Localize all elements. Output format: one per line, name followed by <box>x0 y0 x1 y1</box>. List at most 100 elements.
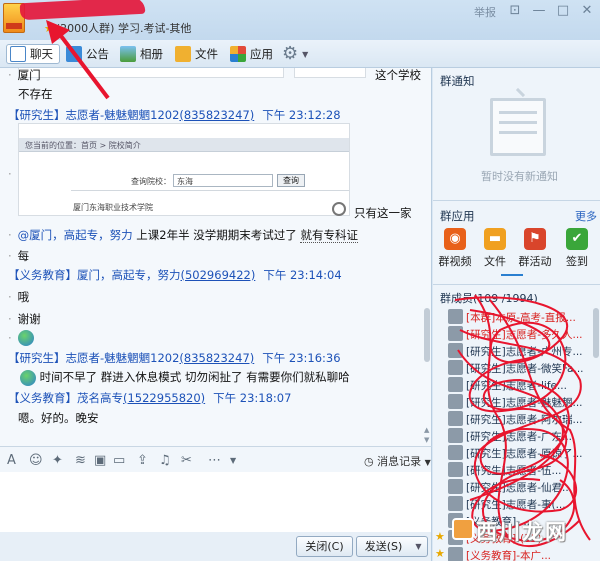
member-avatar[interactable] <box>448 428 463 443</box>
chevron-down-icon[interactable]: ▼ <box>230 456 236 465</box>
skin-icon[interactable]: ⊡ <box>504 2 526 20</box>
message-history-button[interactable]: ◷ 消息记录 ▼ <box>364 453 431 469</box>
member-avatar[interactable] <box>448 547 463 561</box>
watermark-logo-icon <box>452 518 474 540</box>
message-bullet: · <box>8 167 12 181</box>
empty-notice-text: 暂时没有新通知 <box>481 170 558 183</box>
message-text: 不存在 <box>18 87 53 101</box>
chat-history[interactable]: · 厦门 这个学校 不存在 【研究生】志愿者-魅魅魍魍1202(835823247… <box>0 68 432 446</box>
more-tools-icon[interactable]: ⋯ <box>208 453 221 468</box>
member-row[interactable]: [本群]本原-高考-直报... <box>433 308 593 325</box>
member-name: [研究生]志愿者-魅魅魍... <box>466 397 583 409</box>
close-button[interactable]: 关闭(C) <box>296 536 353 557</box>
tab-files[interactable]: 文件 <box>175 44 218 64</box>
member-name: [研究生]志愿者-伍... <box>466 465 562 477</box>
shake-icon[interactable]: ≋ <box>75 453 86 468</box>
group-meta: ★ (2000人群) 学习.考试-其他 <box>44 22 192 35</box>
member-row[interactable]: [研究生]志愿者-原谅了... <box>433 444 593 461</box>
message-input[interactable] <box>0 472 432 532</box>
font-icon[interactable]: A <box>7 453 16 468</box>
star-icon: ★ <box>435 547 445 560</box>
member-name: [研究生]志愿者-多久人... <box>466 329 583 341</box>
message-text: · 哦 <box>8 290 30 304</box>
more-apps-link[interactable]: 更多 <box>575 208 597 224</box>
member-avatar[interactable] <box>448 343 463 358</box>
scroll-down-arrow-2[interactable]: ▼ <box>424 436 431 444</box>
message-text: 时间不早了 群进入休息模式 切勿闲扯了 有需要你们就私聊哈 <box>20 369 350 386</box>
apps-page-indicator <box>501 274 523 276</box>
checkmark-icon: ✔ <box>566 228 588 250</box>
minimize-button[interactable]: — <box>528 2 550 20</box>
member-avatar[interactable] <box>448 360 463 375</box>
maximize-button[interactable]: □ <box>552 2 574 20</box>
member-avatar[interactable] <box>448 462 463 477</box>
message-header: 【研究生】志愿者-魅魅魍魍1202(835823247) 下午 23:16:36 <box>8 351 341 365</box>
image-icon[interactable]: ▣ <box>94 453 106 468</box>
shot-search-input: 东海 <box>173 174 273 187</box>
tab-chat[interactable]: 聊天 <box>6 44 60 64</box>
member-avatar[interactable] <box>448 479 463 494</box>
app-files[interactable]: ▬ 文件 <box>475 228 515 269</box>
music-icon[interactable]: ♫ <box>159 453 171 468</box>
message-text: 只有这一家 <box>354 206 412 220</box>
app-group-activity[interactable]: ⚑ 群活动 <box>515 228 555 269</box>
member-row[interactable]: ★ [义务教育]-本广... <box>433 546 593 561</box>
tab-album[interactable]: 相册 <box>120 44 163 64</box>
member-scrollbar[interactable] <box>593 308 599 358</box>
member-row[interactable]: [研究生]志愿者-阿尔瑞... <box>433 410 593 427</box>
member-avatar[interactable] <box>448 309 463 324</box>
screen-icon[interactable]: ▭ <box>113 453 125 468</box>
member-avatar[interactable] <box>448 394 463 409</box>
member-row[interactable]: [研究生]志愿者-事(... <box>433 495 593 512</box>
apps-grid-icon <box>230 46 246 62</box>
app-group-video[interactable]: ◉ 群视频 <box>435 228 475 269</box>
member-name: [研究生]志愿者-life... <box>466 380 567 392</box>
member-avatar[interactable] <box>448 496 463 511</box>
member-row[interactable]: [研究生]志愿者-魅魅魍... <box>433 393 593 410</box>
member-avatar[interactable] <box>448 326 463 341</box>
member-row[interactable]: [研究生]志愿者-广州专... <box>433 342 593 359</box>
emoji-icon[interactable]: ☺ <box>29 453 43 468</box>
member-avatar[interactable] <box>448 411 463 426</box>
send-options-chevron-icon[interactable]: ▼ <box>410 536 428 557</box>
settings-button[interactable]: ⚙ ▼ <box>282 44 308 64</box>
prev-screenshot[interactable] <box>18 68 284 78</box>
member-row[interactable]: [研究生]志愿者-伍... <box>433 461 593 478</box>
app-check-in[interactable]: ✔ 签到 <box>557 228 597 269</box>
member-row[interactable]: [研究生]志愿者-微笑Fa... <box>433 359 593 376</box>
member-name: [研究生]志愿者-微笑Fa... <box>466 363 584 375</box>
screenshot-image[interactable]: 您当前的位置：首页 > 院校简介 查询院校： 东海 查询 厦门东海职业技术学院 <box>18 123 350 216</box>
report-button[interactable]: 举报 <box>474 4 496 20</box>
member-row[interactable]: [研究生]志愿者-广东... <box>433 427 593 444</box>
message-header: 【义务教育】厦门，高起专，努力(502969422) 下午 23:14:04 <box>8 268 342 282</box>
message-text: · 厦门 <box>8 68 41 82</box>
message-text: · @厦门，高起专，努力 上课2年半 没学期期末考试过了 就有专科证 <box>8 228 358 243</box>
scissors-icon[interactable]: ✂ <box>181 453 192 468</box>
member-avatar[interactable] <box>448 377 463 392</box>
zoom-icon[interactable] <box>332 202 346 216</box>
tab-apps[interactable]: 应用 <box>230 44 273 64</box>
member-row[interactable]: [研究生]志愿者-多久人... <box>433 325 593 342</box>
shot-search-button: 查询 <box>277 174 305 187</box>
message-header: 【研究生】志愿者-魅魅魍魍1202(835823247) 下午 23:12:28 <box>8 108 341 122</box>
watermark: 西川龙网 <box>476 520 568 544</box>
close-window-button[interactable]: ✕ <box>576 2 598 20</box>
member-name: [研究生]志愿者-广州专... <box>466 346 583 358</box>
shot-result: 厦门东海职业技术学院 <box>73 203 153 212</box>
smiley-emoji-icon <box>20 369 36 386</box>
message-text: 嗯。好的。晚安 <box>18 411 99 425</box>
bottom-bar: 关闭(C) 发送(S) ▼ <box>0 532 432 561</box>
chat-scrollbar[interactable] <box>424 308 430 362</box>
tab-notice[interactable]: 公告 <box>66 44 109 64</box>
send-button[interactable]: 发送(S) <box>356 536 411 557</box>
member-row[interactable]: [研究生]志愿者-life... <box>433 376 593 393</box>
member-name: [研究生]志愿者-阿尔瑞... <box>466 414 583 426</box>
flag-icon: ⚑ <box>524 228 546 250</box>
folder-icon <box>175 46 191 62</box>
scroll-down-arrow[interactable]: ▲ <box>424 426 431 434</box>
member-row[interactable]: [研究生]志愿者-仙君... <box>433 478 593 495</box>
upload-icon[interactable]: ⇪ <box>137 453 148 468</box>
magic-wand-icon[interactable]: ✦ <box>52 453 63 468</box>
member-avatar[interactable] <box>448 445 463 460</box>
chat-bubble-icon <box>10 46 26 62</box>
